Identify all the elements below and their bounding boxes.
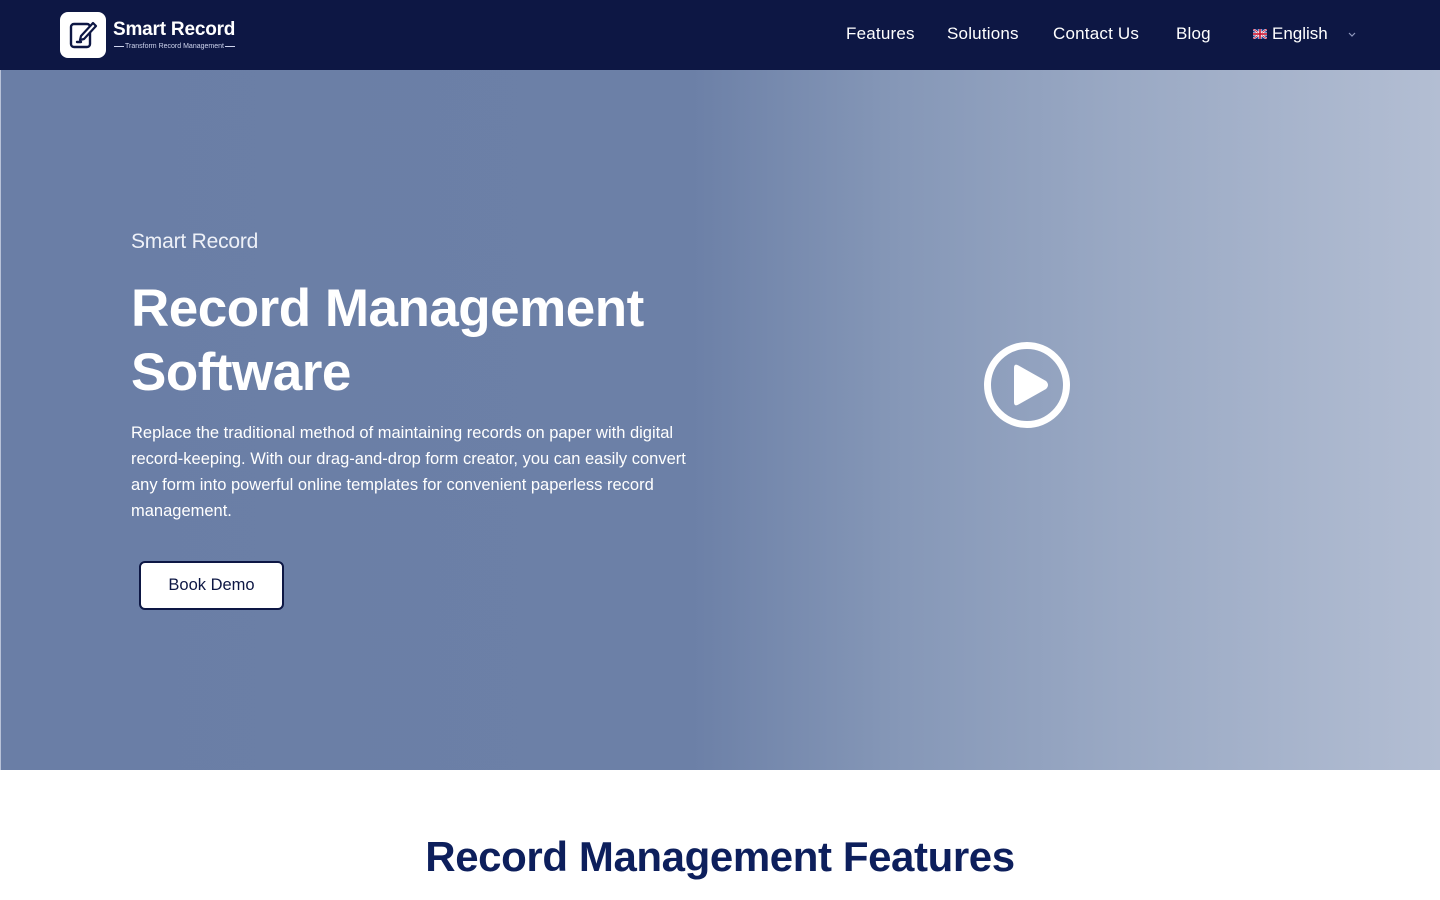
hero-section: Smart Record Record Management Software … <box>0 70 1440 770</box>
features-section-title: Record Management Features <box>425 833 1015 880</box>
language-selector[interactable]: English <box>1253 24 1328 44</box>
chevron-down-icon[interactable] <box>1346 29 1358 39</box>
nav-link-blog[interactable]: Blog <box>1176 24 1211 44</box>
top-navbar: Smart Record Transform Record Management… <box>0 0 1440 70</box>
nav-link-contact-us[interactable]: Contact Us <box>1053 24 1139 44</box>
edit-tablet-icon <box>69 21 98 49</box>
logo-text: Smart Record Transform Record Management <box>113 18 236 51</box>
nav-link-features[interactable]: Features <box>846 24 915 44</box>
uk-flag-icon <box>1253 29 1267 39</box>
site-logo[interactable]: Smart Record Transform Record Management <box>60 12 236 58</box>
nav-link-solutions[interactable]: Solutions <box>947 24 1019 44</box>
tagline-rule-left <box>114 46 124 47</box>
book-demo-button[interactable]: Book Demo <box>139 561 284 610</box>
hero-title-line-1: Record Management <box>131 279 644 338</box>
logo-tagline-text: Transform Record Management <box>125 42 224 50</box>
hero-eyebrow: Smart Record <box>131 230 259 253</box>
logo-title: Smart Record <box>113 18 236 40</box>
hero-description: Replace the traditional method of mainta… <box>131 424 686 520</box>
hero-title: Record Management Software <box>131 277 751 405</box>
language-label: English <box>1272 24 1328 43</box>
logo-badge <box>60 12 106 58</box>
play-circle-icon[interactable] <box>983 341 1071 429</box>
hero-title-line-2: Software <box>131 343 351 402</box>
tagline-rule-right <box>224 46 235 47</box>
logo-tagline: Transform Record Management <box>113 43 236 51</box>
